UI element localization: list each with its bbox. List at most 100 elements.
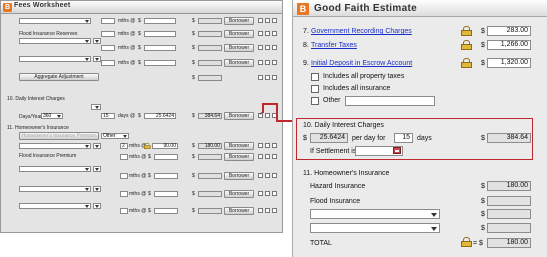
interest-days-field[interactable]: 15 xyxy=(101,113,115,119)
checkbox[interactable] xyxy=(272,75,277,80)
government-recording-charges-link[interactable]: Government Recording Charges xyxy=(311,28,412,35)
transfer-taxes-link[interactable]: Transfer Taxes xyxy=(311,42,357,49)
checkbox[interactable] xyxy=(258,45,263,50)
checkbox[interactable] xyxy=(265,31,270,36)
checkbox[interactable] xyxy=(265,143,270,148)
homeowners-insurance-button[interactable]: Homeowner's Insurance Premium xyxy=(19,132,99,140)
checkbox[interactable] xyxy=(265,173,270,178)
other-checkbox[interactable] xyxy=(311,97,319,105)
checkbox[interactable] xyxy=(265,191,270,196)
checkbox[interactable] xyxy=(258,18,263,23)
borrower-button[interactable]: Borrower xyxy=(224,153,254,161)
insurance-dropdown[interactable] xyxy=(310,223,440,233)
months-field[interactable] xyxy=(120,191,128,197)
rate-field[interactable] xyxy=(154,173,178,179)
months-field[interactable] xyxy=(120,208,128,214)
other-field[interactable] xyxy=(345,96,435,106)
checkbox[interactable] xyxy=(258,60,263,65)
borrower-button[interactable]: Borrower xyxy=(224,30,254,38)
rate-field[interactable] xyxy=(144,45,176,51)
lock-icon[interactable] xyxy=(461,26,472,36)
borrower-button[interactable]: Borrower xyxy=(224,207,254,215)
fee-dropdown[interactable] xyxy=(19,56,91,62)
fee-type-dropdown[interactable] xyxy=(93,56,101,62)
transfer-taxes-field[interactable]: 1,266.00 xyxy=(487,40,531,50)
interest-dropdown[interactable] xyxy=(91,104,101,110)
fee-type-dropdown[interactable] xyxy=(93,203,101,209)
checkbox[interactable] xyxy=(265,154,270,159)
months-field[interactable] xyxy=(101,18,115,24)
checkbox[interactable] xyxy=(272,143,277,148)
fee-dropdown[interactable] xyxy=(19,203,91,209)
checkbox[interactable] xyxy=(258,154,263,159)
government-recording-charges-field[interactable]: 283.00 xyxy=(487,26,531,36)
borrower-button[interactable]: Borrower xyxy=(224,142,254,150)
months-field[interactable] xyxy=(120,173,128,179)
rate-field[interactable] xyxy=(154,191,178,197)
all-insurance-label: Includes all insurance xyxy=(323,85,391,92)
lock-icon[interactable] xyxy=(144,143,151,149)
rate-field[interactable] xyxy=(144,31,176,37)
checkbox[interactable] xyxy=(258,208,263,213)
checkbox[interactable] xyxy=(265,45,270,50)
lock-icon[interactable] xyxy=(461,237,472,247)
checkbox[interactable] xyxy=(258,31,263,36)
checkbox[interactable] xyxy=(258,75,263,80)
checkbox[interactable] xyxy=(265,18,270,23)
all-insurance-checkbox[interactable] xyxy=(311,85,319,93)
aggregate-adjustment-button[interactable]: Aggregate Adjustment xyxy=(19,73,99,81)
currency-sign: $ xyxy=(481,198,485,205)
checkbox[interactable] xyxy=(272,173,277,178)
interest-rate-field[interactable]: 25.6424 xyxy=(144,113,176,119)
insurance-type-select[interactable]: Other xyxy=(101,133,129,139)
fee-dropdown[interactable] xyxy=(19,166,91,172)
checkbox[interactable] xyxy=(272,45,277,50)
months-field[interactable] xyxy=(101,60,115,66)
checkbox[interactable] xyxy=(258,143,263,148)
checkbox[interactable] xyxy=(265,113,270,118)
checkbox[interactable] xyxy=(265,60,270,65)
fee-type-dropdown[interactable] xyxy=(93,186,101,192)
months-field[interactable] xyxy=(120,154,128,160)
fees-worksheet-title: Fees Worksheet xyxy=(14,2,71,9)
fee-type-dropdown[interactable] xyxy=(93,166,101,172)
checkbox[interactable] xyxy=(265,75,270,80)
insurance-months-field[interactable]: 2 xyxy=(120,143,128,149)
checkbox[interactable] xyxy=(272,191,277,196)
checkbox[interactable] xyxy=(272,31,277,36)
checkbox[interactable] xyxy=(258,191,263,196)
checkbox[interactable] xyxy=(272,208,277,213)
lock-icon[interactable] xyxy=(461,40,472,50)
insurance-dropdown[interactable] xyxy=(310,209,440,219)
borrower-button[interactable]: Borrower xyxy=(224,17,254,25)
fee-type-dropdown[interactable] xyxy=(93,38,101,44)
rate-field[interactable] xyxy=(154,154,178,160)
property-taxes-checkbox[interactable] xyxy=(311,73,319,81)
checkbox[interactable] xyxy=(265,208,270,213)
checkbox-checked[interactable] xyxy=(258,111,263,118)
initial-deposit-escrow-link[interactable]: Initial Deposit in Escrow Account xyxy=(311,60,412,67)
borrower-button[interactable]: Borrower xyxy=(224,172,254,180)
fee-dropdown[interactable] xyxy=(19,18,91,24)
months-field[interactable] xyxy=(101,45,115,51)
fee-dropdown[interactable] xyxy=(19,38,91,44)
fee-type-dropdown[interactable] xyxy=(93,143,101,149)
checkbox[interactable] xyxy=(272,154,277,159)
fee-dropdown[interactable] xyxy=(19,186,91,192)
borrower-button[interactable]: Borrower xyxy=(224,112,254,120)
days-year-select[interactable]: 360 xyxy=(41,113,63,119)
months-field[interactable] xyxy=(101,31,115,37)
insurance-rate-field[interactable]: 90.00 xyxy=(152,143,178,149)
lock-icon[interactable] xyxy=(461,58,472,68)
checkbox[interactable] xyxy=(272,18,277,23)
fee-dropdown[interactable] xyxy=(19,143,91,149)
initial-deposit-escrow-field[interactable]: 1,320.00 xyxy=(487,58,531,68)
checkbox[interactable] xyxy=(258,173,263,178)
rate-field[interactable] xyxy=(154,208,178,214)
borrower-button[interactable]: Borrower xyxy=(224,59,254,67)
borrower-button[interactable]: Borrower xyxy=(224,190,254,198)
checkbox[interactable] xyxy=(272,60,277,65)
borrower-button[interactable]: Borrower xyxy=(224,44,254,52)
rate-field[interactable] xyxy=(144,18,176,24)
rate-field[interactable] xyxy=(144,60,176,66)
